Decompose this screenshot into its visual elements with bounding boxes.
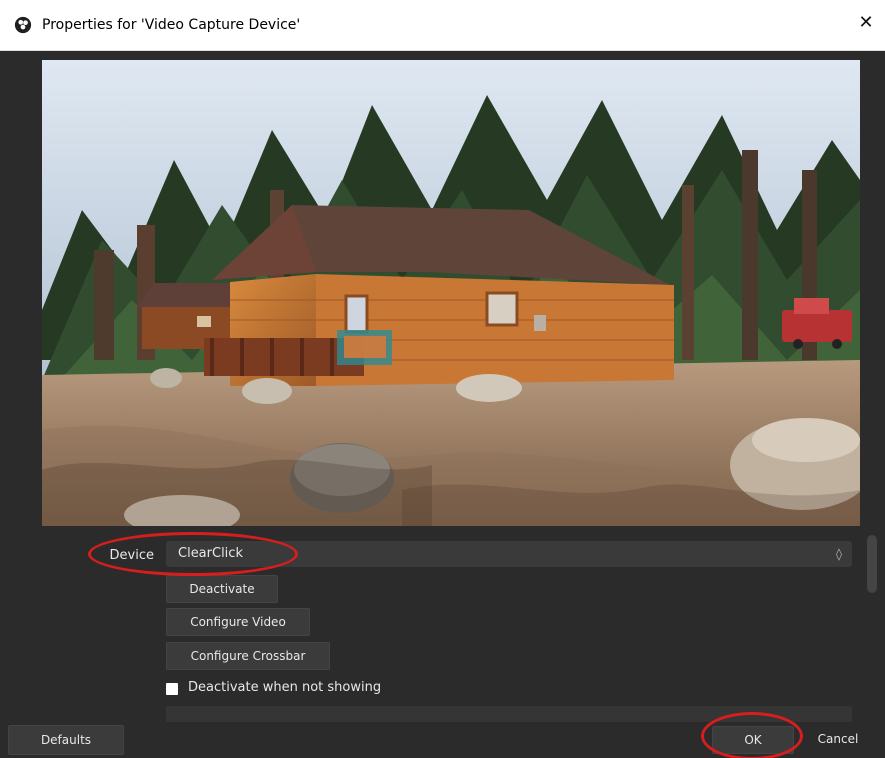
camera-preview-image	[42, 60, 860, 526]
dropdown-arrows-icon: ◊	[836, 547, 842, 561]
window-title: Properties for 'Video Capture Device'	[42, 17, 301, 33]
defaults-button[interactable]: Defaults	[8, 725, 124, 755]
ok-highlight-circle	[701, 712, 803, 758]
deactivate-when-not-showing-checkbox[interactable]	[166, 683, 178, 695]
properties-window: Properties for 'Video Capture Device' ✕	[0, 0, 885, 758]
configure-crossbar-button[interactable]: Configure Crossbar	[166, 642, 330, 670]
close-icon[interactable]: ✕	[855, 12, 877, 34]
title-bar: Properties for 'Video Capture Device' ✕	[0, 0, 885, 51]
deactivate-button[interactable]: Deactivate	[166, 575, 278, 603]
vertical-scrollbar[interactable]	[867, 535, 877, 593]
device-highlight-circle	[88, 532, 298, 576]
obs-logo-icon	[14, 16, 32, 34]
video-preview	[42, 60, 860, 526]
checkbox-label: Deactivate when not showing	[188, 680, 382, 695]
cancel-button[interactable]: Cancel	[800, 726, 876, 752]
configure-video-button[interactable]: Configure Video	[166, 608, 310, 636]
